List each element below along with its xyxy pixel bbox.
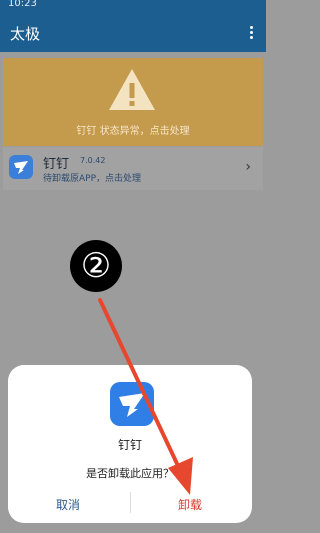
app-title: 太极 [10, 25, 41, 43]
app-name: 钉钉 [43, 157, 70, 172]
app-list-item[interactable]: 钉钉 7.0.42 待卸载原APP，点击处理 › [3, 147, 263, 190]
status-time: 10:23 [8, 0, 37, 9]
uninstall-button[interactable]: 卸载 [130, 496, 250, 513]
warning-banner[interactable]: 钉钉 状态异常，点击处理 [3, 58, 263, 146]
app-subtitle: 待卸载原APP，点击处理 [43, 174, 142, 184]
cancel-button[interactable]: 取消 [8, 496, 128, 513]
more-vert-icon[interactable] [244, 25, 258, 41]
app-bar: 太极 [0, 14, 266, 52]
dingtalk-app-icon [9, 155, 33, 179]
app-version: 7.0.42 [80, 156, 106, 165]
dialog-app-name: 钉钉 [117, 438, 142, 452]
dialog-question: 是否卸载此应用？ [86, 467, 174, 480]
dingtalk-app-icon [110, 382, 154, 426]
warning-triangle-icon [109, 69, 155, 110]
status-bar: 10:23 [0, 0, 266, 14]
warning-message: 钉钉 状态异常，点击处理 [76, 126, 190, 137]
chevron-right-icon: › [245, 159, 251, 175]
step-badge: ② [70, 240, 122, 292]
uninstall-dialog: 钉钉 是否卸载此应用？ 取消 卸载 [8, 365, 252, 523]
